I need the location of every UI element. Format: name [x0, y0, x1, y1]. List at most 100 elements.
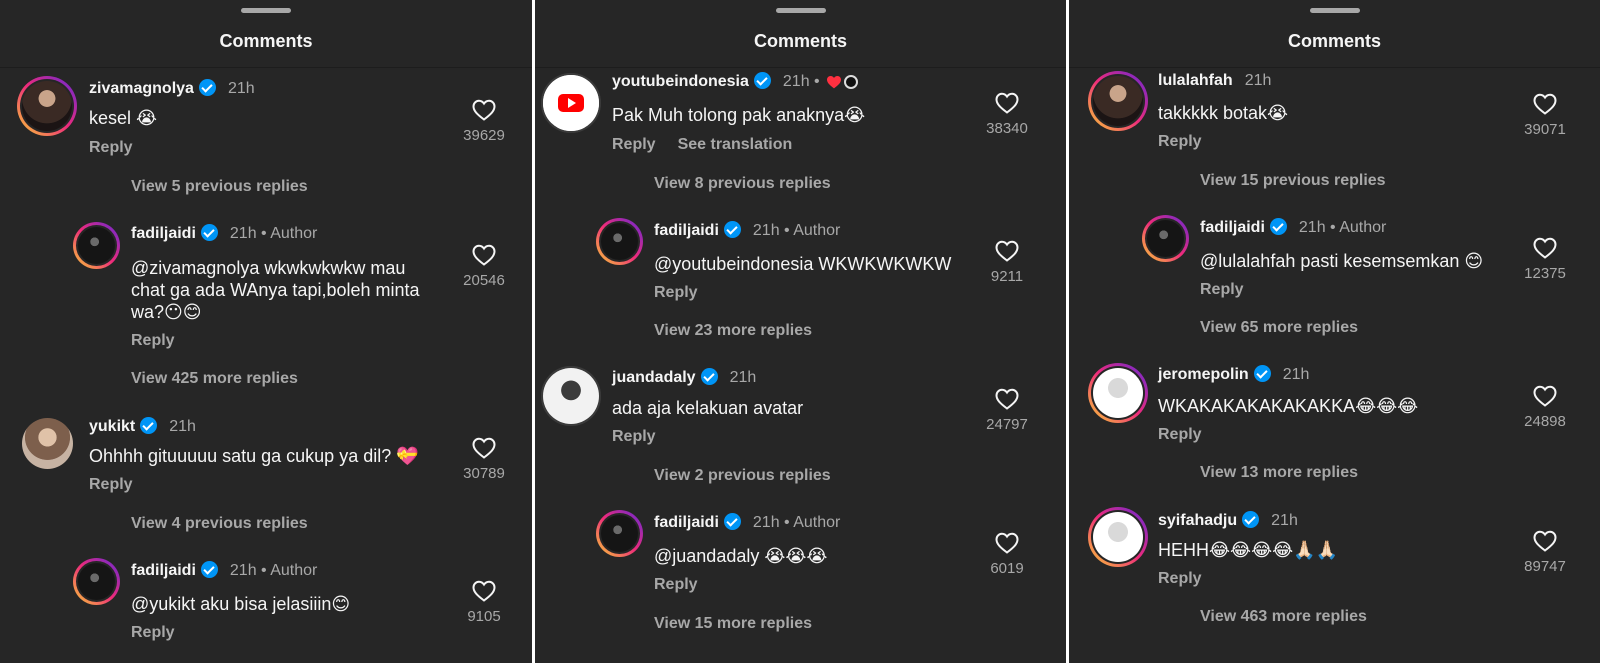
avatar[interactable]: [1142, 215, 1189, 262]
view-replies-link[interactable]: View 15 previous replies: [1200, 172, 1386, 190]
like-button[interactable]: 39629: [454, 99, 514, 144]
reply-button[interactable]: Reply: [612, 136, 656, 153]
comment-text: @lulalahfah pasti kesemsemkan 😊: [1200, 251, 1484, 271]
like-button[interactable]: 9211: [977, 240, 1037, 285]
avatar[interactable]: [541, 366, 601, 426]
comments-sheet-1: Comments zivamagnolya 21h kesel 😭 Reply 3…: [0, 0, 532, 663]
reply-button[interactable]: Reply: [89, 139, 133, 157]
heart-outline-icon: [1533, 530, 1557, 552]
comment-text: takkkkk botak😭: [1158, 103, 1289, 123]
reply-button[interactable]: Reply: [1158, 570, 1202, 588]
username[interactable]: fadiljaidi: [654, 222, 719, 239]
avatar[interactable]: [22, 418, 73, 469]
avatar[interactable]: [73, 558, 120, 605]
verified-badge-icon: [1253, 365, 1271, 382]
like-button[interactable]: 6019: [977, 532, 1037, 577]
comment-text: @juandadaly 😭😭😭: [654, 546, 828, 566]
username[interactable]: lulalahfah: [1158, 72, 1233, 89]
reply-button[interactable]: Reply: [1158, 133, 1202, 151]
username[interactable]: fadiljaidi: [131, 562, 196, 579]
view-replies-link[interactable]: View 5 previous replies: [131, 178, 308, 196]
timestamp: 21h • Author: [229, 562, 318, 579]
author-reaction: [826, 73, 858, 91]
like-button[interactable]: 9105: [454, 580, 514, 625]
like-count: 6019: [990, 560, 1024, 577]
heart-outline-icon: [472, 244, 496, 266]
like-count: 39071: [1524, 121, 1566, 138]
verified-badge-icon: [1242, 511, 1260, 528]
sheet-title: Comments: [219, 31, 313, 51]
view-replies-link[interactable]: View 23 more replies: [654, 322, 812, 340]
avatar[interactable]: [73, 222, 120, 269]
avatar[interactable]: [1088, 363, 1148, 423]
view-replies-link[interactable]: View 425 more replies: [131, 370, 298, 388]
avatar[interactable]: [1088, 71, 1148, 131]
like-count: 89747: [1524, 558, 1566, 575]
avatar[interactable]: [541, 73, 601, 133]
like-button[interactable]: 30789: [454, 437, 514, 482]
username[interactable]: fadiljaidi: [654, 514, 719, 531]
drag-handle[interactable]: [775, 8, 826, 13]
verified-badge-icon: [723, 221, 741, 238]
username[interactable]: jeromepolin: [1158, 366, 1249, 383]
comment-header: zivamagnolya 21h: [89, 79, 255, 98]
reply-button[interactable]: Reply: [1158, 426, 1202, 444]
comment-text: @youtubeindonesia WKWKWKWKW: [654, 254, 952, 274]
view-replies-link[interactable]: View 65 more replies: [1200, 319, 1358, 337]
like-button[interactable]: 38340: [977, 92, 1037, 137]
heart-outline-icon: [472, 437, 496, 459]
comment-text: Pak Muh tolong pak anaknya😭: [612, 105, 866, 125]
view-replies-link[interactable]: View 13 more replies: [1200, 464, 1358, 482]
see-translation-link[interactable]: See translation: [678, 136, 793, 153]
like-button[interactable]: 39071: [1515, 93, 1575, 138]
like-button[interactable]: 12375: [1515, 237, 1575, 282]
avatar[interactable]: [17, 76, 77, 136]
reply-button[interactable]: Reply: [654, 576, 698, 594]
heart-outline-icon: [1533, 385, 1557, 407]
comment-header: fadiljaidi 21h • Author: [654, 513, 840, 532]
heart-outline-icon: [995, 240, 1019, 262]
reply-button[interactable]: Reply: [131, 332, 175, 350]
like-count: 38340: [986, 120, 1028, 137]
like-button[interactable]: 24898: [1515, 385, 1575, 430]
view-replies-link[interactable]: View 8 previous replies: [654, 175, 831, 193]
username[interactable]: syifahadju: [1158, 512, 1237, 529]
view-replies-link[interactable]: View 15 more replies: [654, 615, 812, 633]
username[interactable]: youtubeindonesia: [612, 73, 749, 90]
like-count: 24898: [1524, 413, 1566, 430]
comment-header: juandadaly 21h: [612, 368, 756, 387]
like-button[interactable]: 20546: [454, 244, 514, 289]
username[interactable]: fadiljaidi: [1200, 219, 1265, 236]
heart-outline-icon: [1533, 93, 1557, 115]
reply-button[interactable]: Reply: [131, 624, 175, 642]
avatar[interactable]: [596, 218, 643, 265]
author-avatar-mini: [843, 74, 858, 89]
view-replies-link[interactable]: View 2 previous replies: [654, 467, 831, 485]
verified-badge-icon: [700, 368, 718, 385]
username[interactable]: zivamagnolya: [89, 80, 194, 97]
comment-text: kesel 😭: [89, 108, 158, 128]
username[interactable]: yukikt: [89, 418, 135, 435]
like-button[interactable]: 89747: [1515, 530, 1575, 575]
reply-button[interactable]: Reply: [89, 476, 133, 494]
username[interactable]: fadiljaidi: [131, 225, 196, 242]
comment-text: WKAKAKAKAKAKAKKA😂😂😂: [1158, 396, 1419, 416]
view-replies-link[interactable]: View 4 previous replies: [131, 515, 308, 533]
avatar[interactable]: [1088, 507, 1148, 567]
reply-button[interactable]: Reply: [612, 428, 656, 446]
reply-button[interactable]: Reply: [654, 284, 698, 302]
comment-header: syifahadju 21h: [1158, 511, 1298, 530]
timestamp: 21h: [729, 369, 757, 386]
drag-handle[interactable]: [241, 8, 291, 13]
comment-text: ada aja kelakuan avatar: [612, 398, 804, 418]
view-replies-link[interactable]: View 463 more replies: [1200, 608, 1367, 626]
avatar[interactable]: [596, 510, 643, 557]
like-count: 20546: [463, 272, 505, 289]
drag-handle[interactable]: [1309, 8, 1360, 13]
like-button[interactable]: 24797: [977, 388, 1037, 433]
username[interactable]: juandadaly: [612, 369, 696, 386]
sheet-title: Comments: [753, 31, 847, 51]
heart-outline-icon: [995, 532, 1019, 554]
heart-outline-icon: [472, 99, 496, 121]
reply-button[interactable]: Reply: [1200, 281, 1244, 299]
